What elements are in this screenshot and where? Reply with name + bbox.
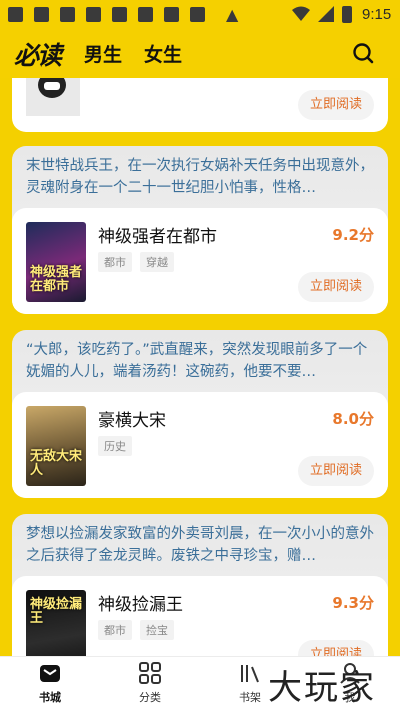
app-logo: 必读 <box>14 41 62 70</box>
notification-icon <box>164 7 179 22</box>
book-score: 9.3分 <box>332 594 374 612</box>
cover-title: 无敌大宋人 <box>30 449 83 478</box>
book-blurb: 末世特战兵王，在一次执行女娲补天任务中出现意外，灵魂附身在一个二十一世纪胆小怕事… <box>26 158 374 196</box>
book-card[interactable]: 神级捡漏王 神级捡漏王 9.3分 都市 捡宝 立即阅读 <box>12 576 388 656</box>
book-cover: 无敌大宋人 <box>26 406 86 486</box>
genre-tag: 捡宝 <box>140 620 174 640</box>
bookshelf-icon <box>241 665 259 683</box>
book-card[interactable]: 立即阅读 <box>12 78 388 132</box>
book-title[interactable]: 豪横大宋 <box>98 406 166 431</box>
app-header: 必读 男生 女生 <box>0 30 400 78</box>
tag-list: 都市 穿越 <box>98 252 174 272</box>
book-score: 9.2分 <box>332 226 374 244</box>
recommendation-block[interactable]: 末世特战兵王，在一次执行女娲补天任务中出现意外，灵魂附身在一个二十一世纪胆小怕事… <box>12 146 388 314</box>
nav-item-category[interactable]: 分类 <box>120 661 180 705</box>
tab-female[interactable]: 女生 <box>144 40 182 67</box>
notification-icon <box>8 7 23 22</box>
cover-title: 神级强者在都市 <box>30 265 83 294</box>
search-icon[interactable] <box>352 42 374 64</box>
cover-title: 神级捡漏王 <box>30 597 83 626</box>
read-now-button[interactable]: 立即阅读 <box>298 272 374 302</box>
category-grid-icon <box>139 662 161 684</box>
book-score: 8.0分 <box>332 410 374 428</box>
warning-icon: ▲ <box>226 5 239 24</box>
nav-label: 分类 <box>139 691 161 704</box>
recommendation-block[interactable]: “大郎，该吃药了。”武直醒来，突然发现眼前多了一个妩媚的人儿，端着汤药！这碗药，… <box>12 330 388 498</box>
bookstore-icon <box>40 665 60 682</box>
book-cover <box>26 78 80 116</box>
book-blurb: 梦想以捡漏发家致富的外卖哥刘晨，在一次小小的意外之后获得了金龙灵眸。废铁之中寻珍… <box>26 526 374 564</box>
wifi-icon <box>292 6 310 21</box>
notification-icon <box>86 7 101 22</box>
notification-icon <box>138 7 153 22</box>
watermark: 大玩家 <box>268 668 376 708</box>
book-card[interactable]: 神级强者在都市 神级强者在都市 9.2分 都市 穿越 立即阅读 <box>12 208 388 314</box>
book-title[interactable]: 神级强者在都市 <box>98 222 217 247</box>
book-blurb: “大郎，该吃药了。”武直醒来，突然发现眼前多了一个妩媚的人儿，端着汤药！这碗药，… <box>26 342 368 380</box>
genre-tag: 都市 <box>98 620 132 640</box>
book-cover: 神级捡漏王 <box>26 590 86 656</box>
notification-icon <box>190 7 205 22</box>
signal-icon <box>318 6 334 22</box>
status-time: 9:15 <box>362 6 392 23</box>
nav-label: 书城 <box>39 691 61 704</box>
status-bar: ▲ 9:15 <box>0 0 400 30</box>
notification-icon <box>34 7 49 22</box>
book-title[interactable]: 神级捡漏王 <box>98 590 183 615</box>
genre-tag: 穿越 <box>140 252 174 272</box>
tag-list: 历史 <box>98 436 132 456</box>
tag-list: 都市 捡宝 <box>98 620 174 640</box>
book-feed[interactable]: 立即阅读 末世特战兵王，在一次执行女娲补天任务中出现意外，灵魂附身在一个二十一世… <box>0 78 400 656</box>
genre-tag: 都市 <box>98 252 132 272</box>
book-cover: 神级强者在都市 <box>26 222 86 302</box>
notification-icon <box>60 7 75 22</box>
read-now-button[interactable]: 立即阅读 <box>298 640 374 656</box>
battery-icon <box>342 6 352 23</box>
genre-tag: 历史 <box>98 436 132 456</box>
recommendation-block[interactable]: 梦想以捡漏发家致富的外卖哥刘晨，在一次小小的意外之后获得了金龙灵眸。废铁之中寻珍… <box>12 514 388 656</box>
read-now-button[interactable]: 立即阅读 <box>298 90 374 120</box>
tab-male[interactable]: 男生 <box>84 40 122 67</box>
read-now-button[interactable]: 立即阅读 <box>298 456 374 486</box>
nav-item-bookstore[interactable]: 书城 <box>20 661 80 705</box>
notification-icon <box>112 7 127 22</box>
book-card[interactable]: 无敌大宋人 豪横大宋 8.0分 历史 立即阅读 <box>12 392 388 498</box>
